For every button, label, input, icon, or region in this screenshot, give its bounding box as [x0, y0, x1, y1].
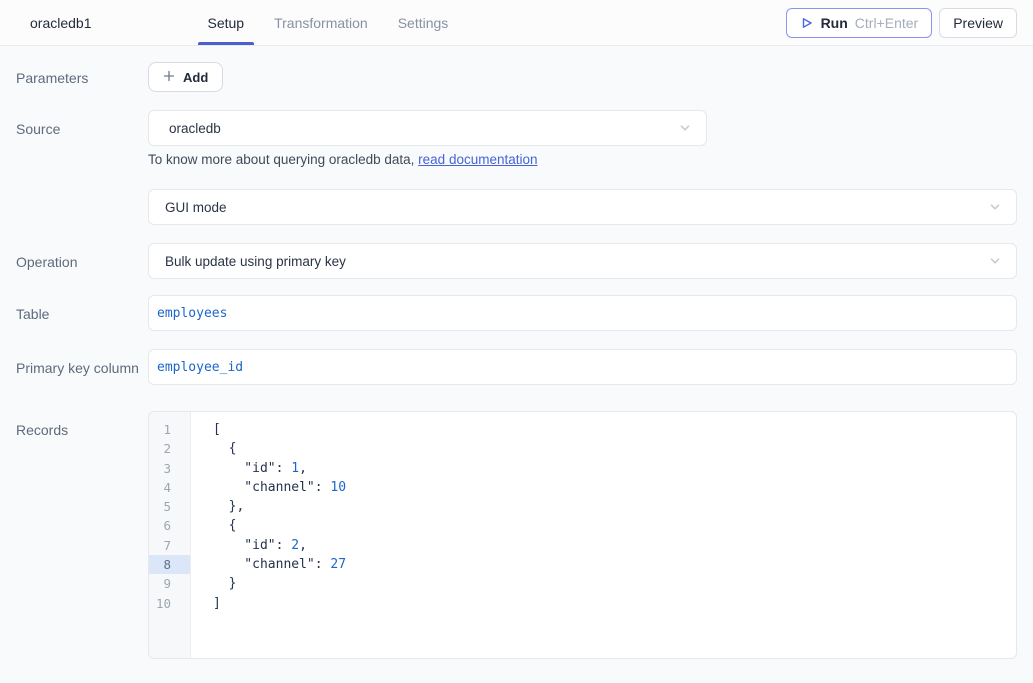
- operation-select-value: Bulk update using primary key: [165, 254, 346, 269]
- line-number: 1: [149, 420, 190, 439]
- tab-setup[interactable]: Setup: [198, 0, 255, 45]
- plus-icon: [163, 70, 175, 85]
- line-number: 7: [149, 536, 190, 555]
- source-select[interactable]: oracledb: [148, 110, 707, 146]
- line-number: 2: [149, 439, 190, 458]
- table-input[interactable]: employees: [148, 295, 1017, 331]
- read-documentation-link[interactable]: read documentation: [418, 152, 537, 167]
- run-shortcut: Ctrl+Enter: [855, 15, 918, 31]
- line-number: 9: [149, 574, 190, 593]
- line-number: 10: [149, 594, 190, 613]
- add-parameter-button[interactable]: Add: [148, 62, 223, 92]
- code-line: }: [213, 574, 1016, 593]
- line-number: 5: [149, 497, 190, 516]
- primary-key-label: Primary key column: [14, 349, 148, 385]
- query-title: oracledb1: [30, 15, 92, 31]
- tab-transformation[interactable]: Transformation: [264, 0, 378, 45]
- tab-bar: SetupTransformationSettings: [198, 0, 459, 45]
- primary-key-input[interactable]: employee_id: [148, 349, 1017, 385]
- line-number-gutter: 12345678910: [149, 412, 191, 658]
- preview-button[interactable]: Preview: [939, 8, 1017, 38]
- add-parameter-label: Add: [183, 70, 208, 85]
- code-line: ]: [213, 594, 1016, 613]
- source-select-value: oracledb: [169, 121, 221, 136]
- parameters-label: Parameters: [14, 62, 148, 92]
- chevron-down-icon: [988, 254, 1002, 268]
- setup-form: Parameters Add Source oracledb: [0, 46, 1033, 683]
- mode-select-value: GUI mode: [165, 200, 227, 215]
- line-number: 6: [149, 516, 190, 535]
- query-editor-panel: oracledb1 SetupTransformationSettings Ru…: [0, 0, 1033, 683]
- operation-label: Operation: [14, 243, 148, 279]
- tab-settings[interactable]: Settings: [388, 0, 459, 45]
- topbar: oracledb1 SetupTransformationSettings Ru…: [0, 0, 1033, 46]
- line-number: 3: [149, 459, 190, 478]
- run-button[interactable]: Run Ctrl+Enter: [786, 8, 933, 38]
- code-line: "channel": 27: [213, 555, 1016, 574]
- topbar-actions: Run Ctrl+Enter Preview: [786, 8, 1017, 38]
- run-button-label: Run: [821, 15, 848, 31]
- operation-select[interactable]: Bulk update using primary key: [148, 243, 1017, 279]
- mode-label-spacer: [14, 189, 148, 225]
- code-line: {: [213, 439, 1016, 458]
- mode-select[interactable]: GUI mode: [148, 189, 1017, 225]
- source-label: Source: [14, 110, 148, 167]
- table-label: Table: [14, 295, 148, 331]
- line-number: 4: [149, 478, 190, 497]
- primary-key-input-value: employee_id: [157, 360, 243, 375]
- chevron-down-icon: [678, 121, 692, 135]
- code-area: [ { "id": 1, "channel": 10 }, { "id": 2,…: [191, 412, 1016, 658]
- chevron-down-icon: [988, 200, 1002, 214]
- code-line: "channel": 10: [213, 478, 1016, 497]
- play-icon: [800, 16, 814, 30]
- code-line: {: [213, 516, 1016, 535]
- source-help-text: To know more about querying oracledb dat…: [148, 152, 1017, 167]
- table-input-value: employees: [157, 306, 227, 321]
- code-line: "id": 2,: [213, 536, 1016, 555]
- records-label: Records: [14, 411, 148, 659]
- source-help-prefix: To know more about querying oracledb dat…: [148, 152, 418, 167]
- line-number: 8: [149, 555, 190, 574]
- code-line: "id": 1,: [213, 459, 1016, 478]
- records-code-editor[interactable]: 12345678910 [ { "id": 1, "channel": 10 }…: [148, 411, 1017, 659]
- code-line: [: [213, 420, 1016, 439]
- code-line: },: [213, 497, 1016, 516]
